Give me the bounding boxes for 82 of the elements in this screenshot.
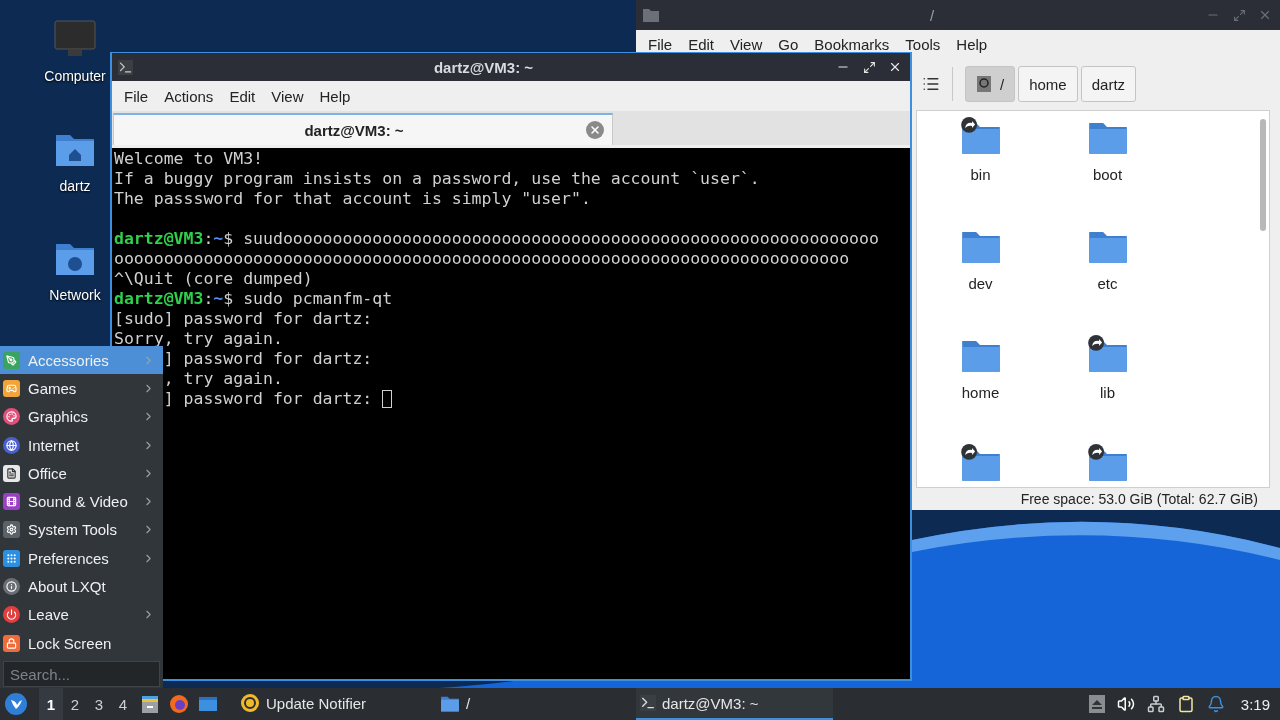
terminal-line: If a buggy program insists on a password, use the account `user`. <box>114 169 760 189</box>
task-button[interactable]: Update Notifier <box>236 688 433 720</box>
terminal-line: dartz@VM3:~$ sudo pcmanfm-qt <box>114 289 393 309</box>
terminal-line: ^\Quit (core dumped) <box>114 269 313 289</box>
window-title: / <box>928 6 936 24</box>
desktop-icon-label[interactable]: Network <box>49 287 101 303</box>
sync-icon <box>240 693 260 713</box>
menu-item[interactable]: Office <box>0 459 163 488</box>
folder-label[interactable]: etc <box>1097 274 1118 292</box>
palette-icon <box>3 408 20 426</box>
terminal-icon <box>118 59 133 75</box>
terminal-tab[interactable]: dartz@VM3: ~ <box>113 113 613 145</box>
menu-item[interactable]: Edit <box>221 87 264 105</box>
window-title: dartz@VM3: ~ <box>432 58 535 76</box>
task-button[interactable]: / <box>436 688 633 720</box>
folder-label[interactable]: dev <box>968 274 993 292</box>
menu-item[interactable]: Lock Screen <box>0 628 163 658</box>
network-icon[interactable] <box>1146 695 1165 713</box>
desktop-switch-button[interactable]: 4 <box>111 688 135 720</box>
path-button[interactable]: dartz <box>1080 66 1137 102</box>
terminal-line: dartz@VM3:~$ suudoooooooooooooooooooooooooooooooooooooooooooooooooooooooooooo <box>114 229 879 249</box>
search-field[interactable]: Search... <box>3 661 160 688</box>
folder-icon <box>642 7 660 23</box>
menu-item[interactable]: System Tools <box>0 515 163 545</box>
power-icon <box>3 606 20 624</box>
desktop-icon-label[interactable]: Computer <box>44 68 106 84</box>
terminal-line: The passsword for that account is simply "user". <box>114 189 591 209</box>
film-icon <box>3 493 20 511</box>
info-icon <box>3 578 20 595</box>
menu-item[interactable]: File <box>640 35 681 53</box>
menu-item[interactable]: Leave <box>0 600 163 629</box>
menu-item[interactable]: Sound & Video <box>0 487 163 516</box>
desktop-switch-button[interactable]: 1 <box>39 688 63 720</box>
menu-item[interactable]: Help <box>948 35 996 53</box>
terminal-line: oooooooooooooooooooooooooooooooooooooooooooooooooooooooooooooooooooooooooo <box>114 249 850 269</box>
menu-item[interactable]: Edit <box>680 35 723 53</box>
folder-label[interactable]: home <box>961 383 1000 401</box>
document-icon <box>3 464 20 482</box>
terminal-line: Welcome to VM3! <box>114 149 263 169</box>
terminal-line: ] password for dartz: <box>163 349 373 369</box>
terminal-line: Sorry, try again. <box>114 329 283 349</box>
app-menu-button[interactable] <box>5 693 27 715</box>
folder-label[interactable]: lib <box>1100 383 1115 401</box>
task-button[interactable]: dartz@VM3: ~ <box>636 688 833 720</box>
menu-item[interactable]: Go <box>770 35 807 53</box>
terminal-line: , try again. <box>163 369 283 389</box>
path-button[interactable]: / <box>965 66 1016 102</box>
lock-icon <box>3 634 20 652</box>
dots-icon <box>3 549 20 567</box>
menu-item[interactable]: File <box>116 87 157 105</box>
volume-icon[interactable] <box>1116 695 1135 713</box>
notification-icon[interactable] <box>1206 695 1225 713</box>
monitor-icon <box>54 20 96 58</box>
gear-icon <box>3 521 20 539</box>
desktop-icon-label[interactable]: dartz <box>59 178 91 194</box>
menu-item[interactable]: About LXQt <box>0 572 163 601</box>
menu-item[interactable]: Graphics <box>0 402 163 431</box>
menu-item[interactable]: Help <box>311 87 359 105</box>
menu-item[interactable]: Tools <box>897 35 949 53</box>
menu-item[interactable]: View <box>263 87 312 105</box>
globe-icon <box>3 436 20 454</box>
desktop-switch-button[interactable]: 2 <box>63 688 87 720</box>
terminal-icon <box>640 695 656 711</box>
menu-item[interactable]: Bookmarks <box>806 35 898 53</box>
menu-item[interactable]: Actions <box>156 87 222 105</box>
clipboard-icon[interactable] <box>1176 695 1195 713</box>
clock[interactable]: 3:19 <box>1240 695 1270 713</box>
folder-label[interactable]: boot <box>1092 165 1123 183</box>
terminal-line: [sudo] password for dartz: <box>114 309 373 329</box>
desktop-switch-button[interactable]: 3 <box>87 688 111 720</box>
gamepad-icon <box>3 379 20 397</box>
path-button[interactable]: home <box>1018 66 1078 102</box>
eject-icon[interactable] <box>1088 695 1105 713</box>
menu-item[interactable]: Games <box>0 374 163 403</box>
menu-item[interactable]: View <box>722 35 771 53</box>
list-view-icon[interactable] <box>922 75 940 93</box>
menu-item[interactable]: Internet <box>0 430 163 460</box>
status-text: Free space: 53.0 GiB (Total: 62.7 GiB) <box>1020 491 1258 507</box>
folder-label[interactable]: bin <box>970 165 991 183</box>
menu-item[interactable]: Preferences <box>0 544 163 573</box>
terminal-line: ] password for dartz: <box>163 389 373 409</box>
drive-icon <box>976 75 992 93</box>
